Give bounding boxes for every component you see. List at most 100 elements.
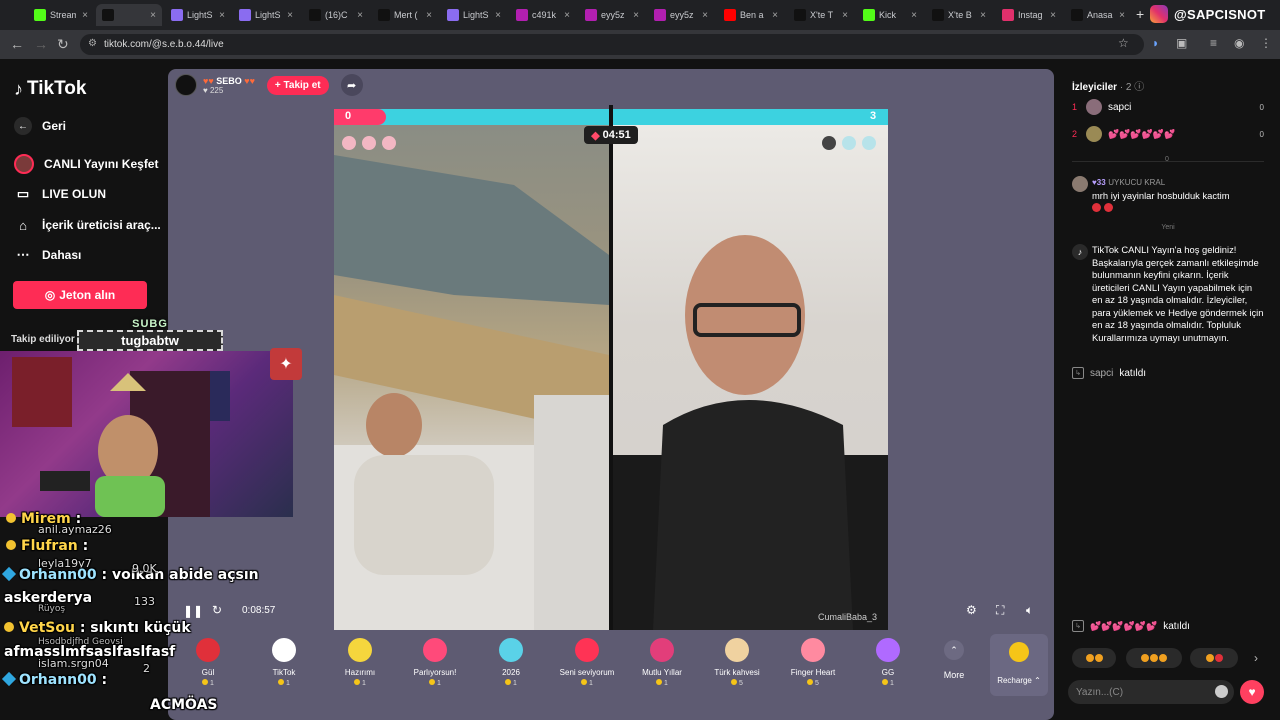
team-slot-icon[interactable] — [342, 136, 356, 150]
browser-menu-icon[interactable]: ⋮ — [1260, 36, 1272, 50]
close-tab-icon[interactable]: × — [1050, 10, 1056, 21]
tiktok-logo[interactable]: ♪ TikTok — [14, 78, 86, 100]
viewer-row[interactable]: 2 💕💕💕💕💕💕 0 — [1072, 126, 1264, 142]
host-name[interactable]: ♥♥ SEBO ♥♥ — [203, 76, 255, 86]
chevron-right-icon[interactable]: › — [1254, 651, 1258, 665]
browser-tab[interactable]: X'te T × — [788, 4, 854, 26]
following-section-title: Takip ediliyor — [11, 334, 75, 345]
reload-icon[interactable]: ↻ — [57, 36, 69, 53]
avatar[interactable] — [1072, 176, 1088, 192]
browser-tab[interactable]: eyy5z × — [648, 4, 714, 26]
recharge-button[interactable]: Recharge ⌃ — [990, 634, 1048, 696]
back-icon[interactable]: ← — [10, 36, 24, 52]
close-tab-icon[interactable]: × — [150, 10, 156, 21]
browser-tab[interactable]: LightS × — [165, 4, 231, 26]
gift-item[interactable]: Mutlu Yıllar 1 — [627, 638, 697, 687]
settings-gear-icon[interactable]: ⚙ — [966, 603, 977, 617]
address-bar[interactable]: ⚙ tiktok.com/@s.e.b.o.44/live — [80, 34, 1144, 55]
gift-item[interactable]: 2026 1 — [476, 638, 546, 687]
bookmark-star-icon[interactable]: ☆ — [1118, 36, 1129, 50]
nav-item-more[interactable]: ⋯ Dahası — [14, 246, 82, 264]
media-control-icon[interactable]: ≡ — [1210, 36, 1217, 50]
pause-icon[interactable]: ❚❚ — [183, 604, 203, 618]
gift-price-value: 1 — [286, 680, 290, 687]
close-tab-icon[interactable]: × — [564, 10, 570, 21]
close-tab-icon[interactable]: × — [426, 10, 432, 21]
close-tab-icon[interactable]: × — [772, 10, 778, 21]
nav-item-go-live[interactable]: ▭ LIVE OLUN — [14, 185, 106, 203]
team-slot-icon[interactable] — [382, 136, 396, 150]
gift-name: TikTok — [272, 668, 296, 677]
battle-video-left[interactable] — [334, 125, 609, 630]
browser-tab[interactable]: Ben a × — [718, 4, 784, 26]
gift-item[interactable]: Seni seviyorum 1 — [552, 638, 622, 687]
browser-tab[interactable]: Instag × — [996, 4, 1062, 26]
fullscreen-icon[interactable]: ⛶ — [996, 603, 1004, 618]
nav-item-explore-live[interactable]: CANLI Yayını Keşfet — [14, 154, 158, 174]
gift-item[interactable]: Hazırımı 1 — [325, 638, 395, 687]
quick-emoji-button[interactable] — [1072, 648, 1116, 668]
team-slot-icon[interactable] — [862, 136, 876, 150]
battle-video-right[interactable] — [613, 125, 888, 630]
nav-item-creator-tools[interactable]: ⌂ İçerik üreticisi araç... — [14, 216, 161, 234]
gift-item[interactable]: Parlıyorsun! 1 — [400, 638, 470, 687]
team-slot-avatar[interactable] — [822, 136, 836, 150]
browser-tab[interactable]: eyy5z × — [579, 4, 645, 26]
follow-button[interactable]: + Takip et — [266, 75, 329, 95]
close-tab-icon[interactable]: × — [980, 10, 986, 21]
heart-icon[interactable]: ♥ — [1240, 680, 1264, 704]
chat-input[interactable]: Yazın...(C) — [1068, 680, 1234, 704]
viewer-row[interactable]: 1 sapci 0 — [1072, 99, 1264, 115]
browser-tab[interactable]: Mert (× — [372, 4, 438, 26]
info-icon[interactable]: ⓘ — [1134, 82, 1144, 93]
chat-username[interactable]: UYKUCU KRAL — [1108, 178, 1165, 187]
close-tab-icon[interactable]: × — [82, 10, 88, 21]
close-tab-icon[interactable]: × — [911, 10, 917, 21]
team-slot-icon[interactable] — [842, 136, 856, 150]
close-tab-icon[interactable]: × — [495, 10, 501, 21]
gift-item[interactable]: Türk kahvesi 5 — [702, 638, 772, 687]
browser-tab[interactable]: × — [96, 4, 162, 26]
browser-tab[interactable]: (16)C × — [303, 4, 369, 26]
emoji-picker-icon[interactable] — [1215, 685, 1228, 698]
gift-item[interactable]: Finger Heart 5 — [778, 638, 848, 687]
close-tab-icon[interactable]: × — [702, 10, 708, 21]
close-tab-icon[interactable]: × — [219, 10, 225, 21]
join-username[interactable]: 💕💕💕💕💕💕 — [1090, 621, 1157, 632]
gift-item[interactable]: GG 1 — [853, 638, 923, 687]
host-avatar[interactable] — [175, 74, 197, 96]
forward-icon[interactable]: → — [34, 36, 48, 52]
tab-title: Anasa — [1087, 10, 1113, 20]
browser-tab[interactable]: Anasa × — [1065, 4, 1131, 26]
logo-text: TikTok — [27, 78, 87, 99]
nav-item-back[interactable]: ← Geri — [14, 117, 66, 135]
browser-tab[interactable]: LightS × — [233, 4, 299, 26]
close-tab-icon[interactable]: × — [287, 10, 293, 21]
more-gifts-button[interactable]: ⌃ More — [936, 640, 972, 680]
browser-tab[interactable]: LightS × — [441, 4, 507, 26]
team-slot-icon[interactable] — [362, 136, 376, 150]
close-tab-icon[interactable]: × — [1119, 10, 1125, 21]
extension-icon[interactable]: ◗ — [1152, 36, 1159, 50]
browser-tab[interactable]: X'te B × — [926, 4, 992, 26]
browser-tab[interactable]: c491k × — [510, 4, 576, 26]
close-tab-icon[interactable]: × — [633, 10, 639, 21]
quick-emoji-button[interactable] — [1126, 648, 1182, 668]
browser-tab[interactable]: Kick × — [857, 4, 923, 26]
profile-icon[interactable]: ◉ — [1234, 36, 1244, 50]
refresh-icon[interactable]: ↻ — [212, 603, 222, 617]
gift-item[interactable]: Gül 1 — [173, 638, 243, 687]
close-tab-icon[interactable]: × — [842, 10, 848, 21]
get-coins-button[interactable]: ◎ Jeton alın — [13, 281, 147, 309]
join-username[interactable]: sapci — [1090, 368, 1113, 379]
site-info-icon[interactable]: ⚙ — [88, 38, 97, 49]
overlay-chat-user: VetSou — [19, 620, 75, 636]
browser-tab[interactable]: Stream × — [28, 4, 94, 26]
extensions-puzzle-icon[interactable]: ▣ — [1176, 36, 1187, 50]
gift-item[interactable]: TikTok 1 — [249, 638, 319, 687]
quick-emoji-button[interactable] — [1190, 648, 1238, 668]
new-tab-button[interactable]: + — [1136, 6, 1144, 22]
share-icon[interactable]: ➦ — [340, 74, 363, 96]
close-tab-icon[interactable]: × — [357, 10, 363, 21]
volume-icon[interactable]: 🔈︎ — [1026, 603, 1033, 618]
